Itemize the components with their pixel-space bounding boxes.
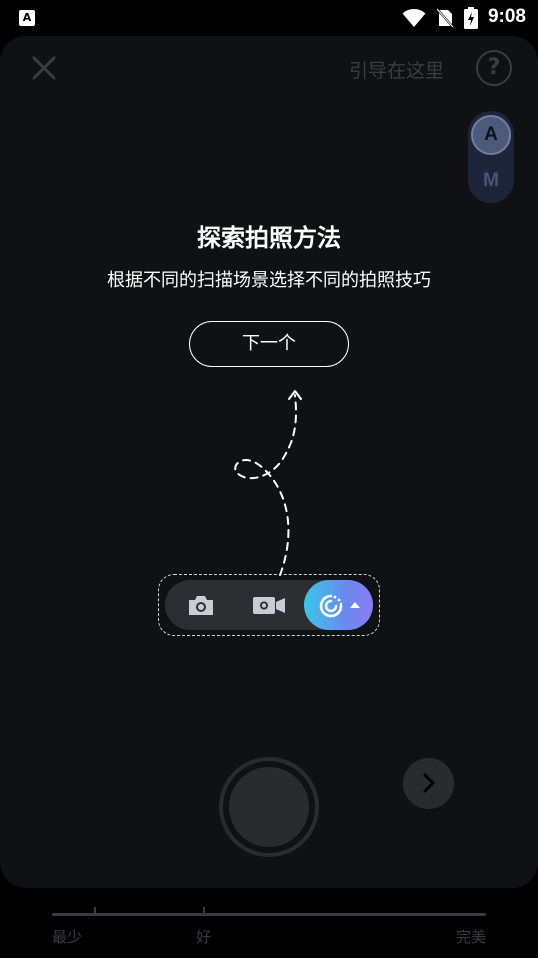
next-button[interactable]: 下一个 — [189, 321, 349, 367]
mode-auto-option[interactable]: A — [471, 115, 511, 155]
quality-label-perfect: 完美 — [456, 928, 487, 946]
status-icons — [402, 7, 478, 29]
guide-link[interactable]: 引导在这里 — [349, 56, 444, 83]
wifi-icon — [402, 9, 426, 27]
forward-button[interactable] — [403, 758, 454, 809]
clock: 9:08 — [487, 6, 526, 27]
video-icon[interactable] — [252, 593, 286, 617]
quality-label-min: 最少 — [52, 928, 83, 946]
quality-tick — [203, 907, 205, 915]
quality-label-good: 好 — [196, 928, 212, 946]
quality-slider-track[interactable] — [52, 913, 486, 916]
smart-scan-mode[interactable] — [304, 580, 373, 630]
help-icon[interactable]: ? — [476, 50, 512, 86]
guide-description: 根据不同的扫描场景选择不同的拍照技巧 — [107, 270, 431, 291]
caret-up-icon — [350, 602, 360, 608]
shutter-inner — [229, 767, 309, 847]
photo-icon[interactable] — [187, 592, 215, 618]
mode-manual-option[interactable]: M — [471, 161, 511, 201]
mode-selector[interactable] — [165, 580, 373, 630]
close-icon[interactable] — [30, 54, 58, 82]
quality-tick — [94, 907, 96, 915]
no-sim-icon — [436, 8, 454, 28]
chevron-right-icon — [423, 773, 435, 793]
shutter-button[interactable] — [219, 757, 319, 857]
battery-charging-icon — [464, 7, 478, 29]
app-notification-icon: A — [19, 10, 35, 26]
smart-scan-icon — [319, 594, 343, 618]
status-bar: A 9:08 — [0, 0, 538, 36]
dashed-arrow-icon — [234, 390, 302, 576]
auto-manual-toggle[interactable]: A M — [468, 111, 514, 203]
guide-title: 探索拍照方法 — [197, 224, 341, 252]
